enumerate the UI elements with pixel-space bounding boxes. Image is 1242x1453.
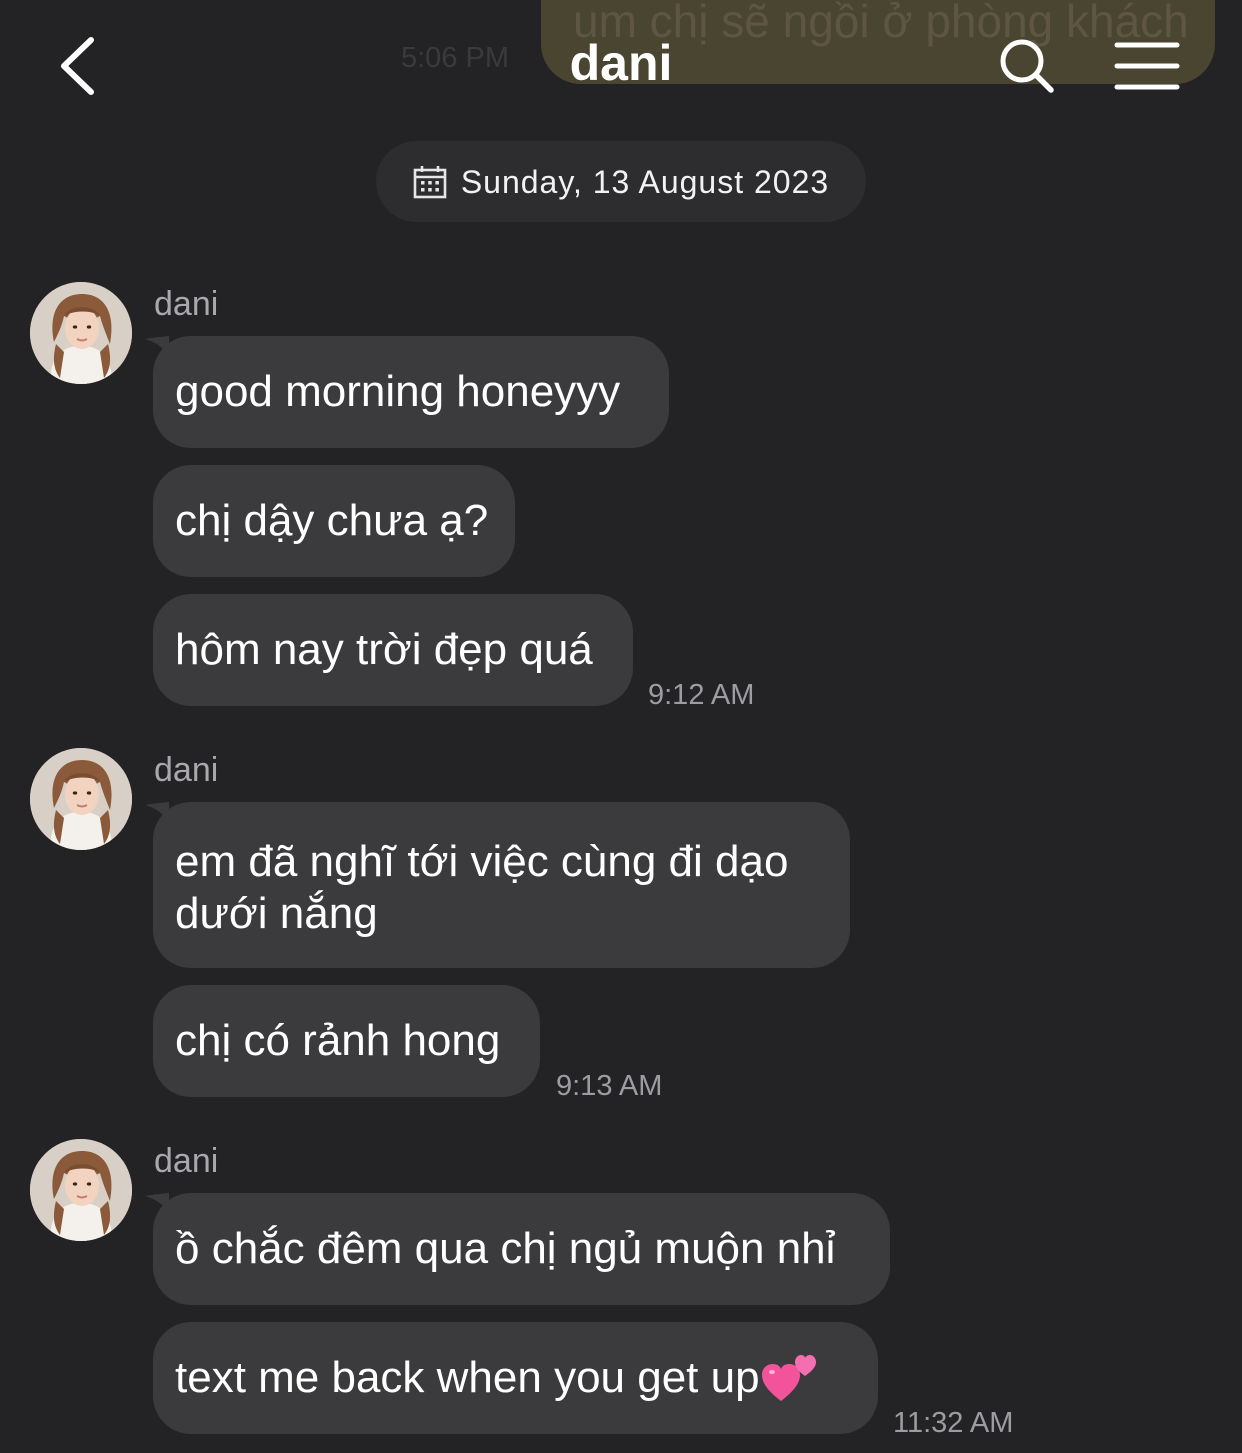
avatar[interactable]: [30, 282, 132, 384]
message-timestamp: 11:32 AM: [893, 1407, 1014, 1439]
message-text: good morning honeyyy: [175, 367, 621, 416]
sender-name: dani: [154, 285, 219, 323]
menu-button[interactable]: [1114, 40, 1180, 92]
calendar-icon: [413, 165, 447, 198]
search-button[interactable]: [997, 36, 1057, 96]
message-bubble[interactable]: chị có rảnh hong: [153, 985, 540, 1097]
date-divider: Sunday, 13 August 2023: [376, 141, 866, 222]
sender-name: dani: [154, 751, 219, 789]
sender-name: dani: [154, 1142, 219, 1180]
message-text: em đã nghĩ tới việc cùng đi dạo dưới nắn…: [175, 837, 789, 938]
date-label: Sunday, 13 August 2023: [460, 163, 830, 200]
message-timestamp: 9:12 AM: [648, 679, 755, 711]
message-bubble[interactable]: chị dậy chưa ạ?: [153, 465, 515, 577]
two-hearts-emoji: [761, 1355, 816, 1401]
message-bubble[interactable]: text me back when you get up: [153, 1322, 878, 1434]
message-timestamp: 9:13 AM: [556, 1070, 663, 1102]
avatar[interactable]: [30, 748, 132, 850]
message-text: chị có rảnh hong: [175, 1016, 501, 1065]
search-icon: [1000, 39, 1054, 93]
message-text: hôm nay trời đẹp quá: [175, 625, 593, 674]
message-text: chị dậy chưa ạ?: [175, 496, 489, 545]
message-bubble[interactable]: good morning honeyyy: [153, 336, 669, 448]
message-text: ồ chắc đêm qua chị ngủ muộn nhỉ: [175, 1224, 836, 1273]
hamburger-menu-icon: [1114, 42, 1180, 90]
message-text: text me back when you get up: [175, 1353, 760, 1402]
message-bubble[interactable]: em đã nghĩ tới việc cùng đi dạo dưới nắn…: [153, 802, 850, 968]
message-bubble[interactable]: hôm nay trời đẹp quá: [153, 594, 633, 706]
message-bubble[interactable]: ồ chắc đêm qua chị ngủ muộn nhỉ: [153, 1193, 890, 1305]
avatar[interactable]: [30, 1139, 132, 1241]
